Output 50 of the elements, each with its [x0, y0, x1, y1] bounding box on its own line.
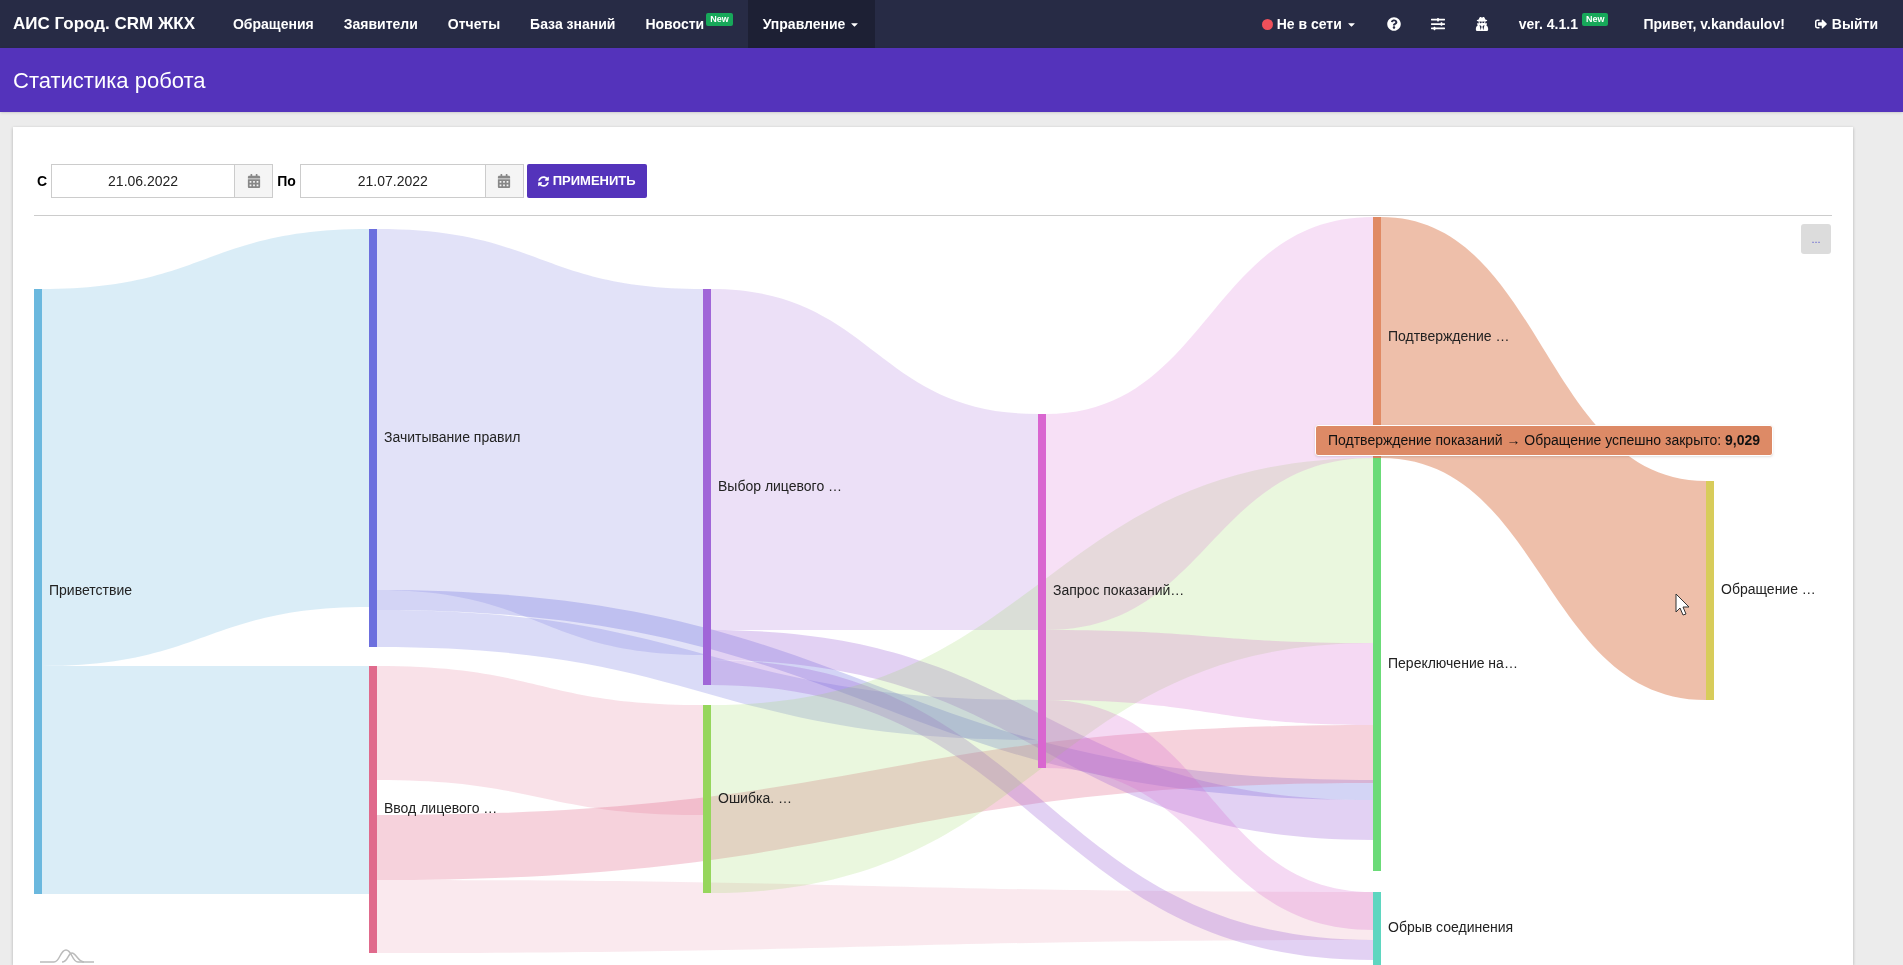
logout-icon — [1814, 18, 1827, 30]
status-menu[interactable]: Не в сети — [1246, 13, 1372, 35]
calendar-icon — [246, 174, 261, 188]
user-greeting[interactable]: Привет, v.kandaulov! — [1623, 13, 1805, 35]
help-icon[interactable] — [1386, 17, 1401, 31]
wave-icon — [39, 949, 95, 963]
new-badge: New — [706, 12, 733, 26]
nav-link[interactable]: База знаний — [530, 13, 616, 35]
brand-title[interactable]: АИС Город. CRM ЖКХ — [0, 11, 208, 37]
new-badge: New — [1581, 12, 1609, 26]
node-bar[interactable] — [369, 666, 377, 953]
node-label: Выбор лицевого … — [718, 477, 843, 494]
calendar-addon[interactable] — [485, 164, 524, 198]
node-bar[interactable] — [703, 705, 711, 893]
to-date-field[interactable]: 21.07.2022 — [299, 164, 486, 198]
nav-link[interactable]: Обращения — [233, 13, 314, 35]
node-bar[interactable] — [1373, 458, 1381, 871]
node-bar[interactable] — [1038, 414, 1046, 768]
node-bar[interactable] — [34, 289, 42, 894]
refresh-icon — [537, 175, 549, 187]
node-bar[interactable] — [369, 229, 377, 647]
node-bar[interactable] — [1373, 892, 1381, 965]
nav-link[interactable]: Заявители — [343, 13, 418, 35]
logout-link[interactable]: Выйти — [1804, 13, 1903, 35]
node-label: Приветствие — [49, 582, 132, 599]
to-label: По — [277, 171, 296, 191]
node-label: Обращение … — [1721, 581, 1816, 598]
node-label: Ошибка. … — [718, 789, 792, 806]
chart-tooltip: Подтверждение показаний → Обращение успешно закрыто: 9,029 — [1315, 425, 1774, 456]
nav-link[interactable]: Новости — [645, 13, 705, 35]
node-bar[interactable] — [703, 289, 711, 685]
apply-button[interactable]: ПРИМЕНИТЬ — [526, 164, 647, 198]
node-label: Подтверждение … — [1388, 328, 1510, 345]
node-label: Ввод лицевого … — [384, 800, 498, 817]
node-label: Зачитывание правил — [384, 428, 521, 445]
calendar-icon — [497, 174, 512, 188]
node-label: Запрос показаний… — [1053, 581, 1185, 598]
chart-menu-button[interactable]: ... — [1801, 224, 1831, 254]
nav-link[interactable]: Отчеты — [447, 13, 501, 35]
from-label: С — [37, 171, 48, 191]
node-label: Обрыв соединения — [1388, 919, 1514, 936]
mouse-cursor-icon — [1675, 593, 1690, 616]
node-label: Переключение на… — [1388, 655, 1518, 672]
page-title: Статистика робота — [13, 66, 206, 95]
sliders-icon[interactable] — [1430, 17, 1445, 31]
node-bar[interactable] — [1706, 481, 1714, 700]
incognito-icon[interactable] — [1474, 17, 1489, 31]
version-label: ver. 4.1.1 — [1518, 14, 1578, 34]
calendar-addon[interactable] — [235, 164, 274, 198]
from-date-field[interactable]: 21.06.2022 — [51, 164, 236, 198]
